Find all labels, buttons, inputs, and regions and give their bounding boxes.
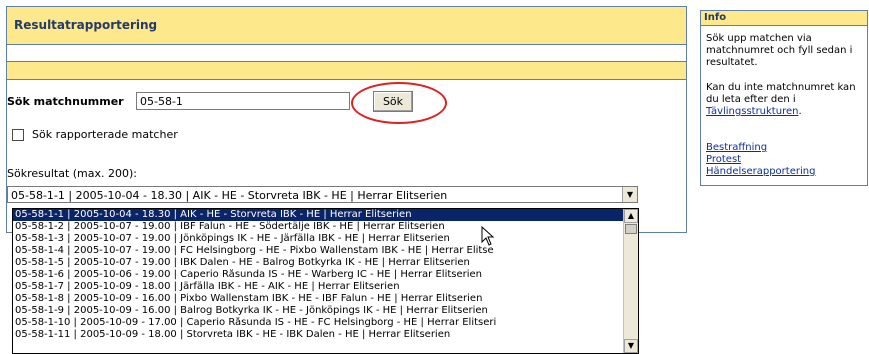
page-title: Resultatrapportering bbox=[14, 18, 158, 32]
mouse-cursor-icon bbox=[481, 226, 495, 246]
section-header-band bbox=[7, 62, 686, 80]
list-item[interactable]: 05-58-1-1 | 2005-10-04 - 18.30 | AIK - H… bbox=[13, 209, 623, 221]
info-panel: Info Sök upp matchen via matchnumret och… bbox=[700, 10, 868, 186]
search-button[interactable]: Sök bbox=[373, 91, 413, 112]
reported-matches-label: Sök rapporterade matcher bbox=[32, 128, 178, 141]
dropdown-arrow-icon[interactable]: ▼ bbox=[622, 187, 637, 202]
list-item[interactable]: 05-58-1-7 | 2005-10-09 - 18.00 | Järfäll… bbox=[13, 281, 623, 293]
info-header: Info bbox=[701, 11, 867, 26]
event-report-link[interactable]: Händelserapportering bbox=[706, 166, 815, 178]
info-paragraph-2-end: . bbox=[798, 106, 802, 117]
dropdown-scrollbar[interactable]: ▲ ▼ bbox=[623, 209, 638, 353]
info-links: Bestraffning Protest Händelserapporterin… bbox=[706, 142, 815, 178]
list-item[interactable]: 05-58-1-2 | 2005-10-07 - 19.00 | IBF Fal… bbox=[13, 221, 623, 233]
list-item[interactable]: 05-58-1-4 | 2005-10-07 - 19.00 | FC Hels… bbox=[13, 245, 623, 257]
list-item[interactable]: 05-58-1-10 | 2005-10-09 - 17.00 | Caperi… bbox=[13, 317, 623, 329]
panel-title-bar: Resultatrapportering bbox=[7, 7, 686, 45]
info-title: Info bbox=[704, 12, 727, 23]
protest-link[interactable]: Protest bbox=[706, 154, 815, 166]
panel-spacer bbox=[7, 45, 686, 62]
info-paragraph-2: Kan du inte matchnumret kan du leta efte… bbox=[706, 82, 866, 118]
search-matchnumber-label: Sök matchnummer bbox=[7, 95, 124, 108]
search-results-label: Sökresultat (max. 200): bbox=[7, 167, 137, 180]
scroll-down-icon[interactable]: ▼ bbox=[624, 339, 638, 353]
scroll-thumb[interactable] bbox=[625, 224, 637, 234]
list-item[interactable]: 05-58-1-8 | 2005-10-09 - 16.00 | Pixbo W… bbox=[13, 293, 623, 305]
info-paragraph-2-text: Kan du inte matchnumret kan du leta efte… bbox=[706, 82, 856, 105]
list-item[interactable]: 05-58-1-5 | 2005-10-07 - 19.00 | IBK Dal… bbox=[13, 257, 623, 269]
results-dropdown-list[interactable]: 05-58-1-1 | 2005-10-04 - 18.30 | AIK - H… bbox=[12, 208, 639, 354]
info-paragraph-1: Sök upp matchen via matchnumret och fyll… bbox=[706, 33, 853, 68]
search-matchnumber-input[interactable] bbox=[136, 92, 350, 110]
penalty-link[interactable]: Bestraffning bbox=[706, 142, 815, 154]
reported-matches-checkbox[interactable] bbox=[12, 129, 24, 141]
results-select-value: 05-58-1-1 | 2005-10-04 - 18.30 | AIK - H… bbox=[11, 189, 448, 202]
list-item[interactable]: 05-58-1-9 | 2005-10-09 - 16.00 | Balrog … bbox=[13, 305, 623, 317]
list-item[interactable]: 05-58-1-3 | 2005-10-07 - 19.00 | Jönköpi… bbox=[13, 233, 623, 245]
list-item[interactable]: 05-58-1-6 | 2005-10-06 - 19.00 | Caperio… bbox=[13, 269, 623, 281]
structure-link[interactable]: Tävlingsstrukturen bbox=[706, 106, 798, 117]
scroll-up-icon[interactable]: ▲ bbox=[624, 209, 638, 223]
list-item[interactable]: 05-58-1-11 | 2005-10-09 - 18.00 | Storvr… bbox=[13, 329, 623, 341]
results-select[interactable]: 05-58-1-1 | 2005-10-04 - 18.30 | AIK - H… bbox=[7, 186, 638, 203]
